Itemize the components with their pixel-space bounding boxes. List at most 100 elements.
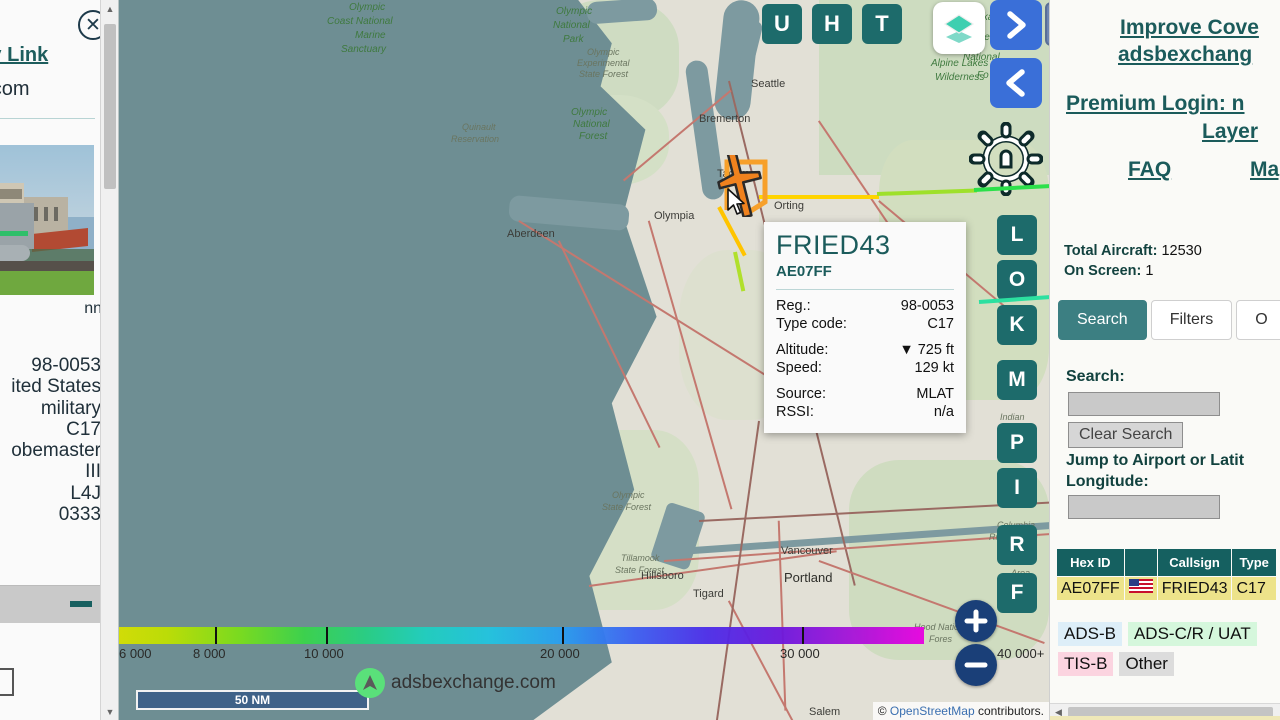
maps-link[interactable]: Map (1250, 158, 1280, 182)
map-button-f[interactable]: F (997, 573, 1037, 613)
table-header-hex-id[interactable]: Hex ID (1056, 548, 1125, 577)
zoom-out-button[interactable] (955, 644, 997, 686)
map-button-u[interactable]: U (762, 4, 802, 44)
map-place-label: Coast National (327, 16, 393, 27)
aircraft-detail-value: C17 (66, 418, 101, 440)
scroll-down-icon[interactable]: ▼ (101, 703, 118, 720)
cell-callsign: FRIED43 (1156, 576, 1233, 601)
search-input[interactable] (1068, 392, 1220, 416)
popup-row-label: Type code: (776, 316, 847, 332)
total-aircraft-value: 12530 (1161, 243, 1202, 259)
map-place-label: Portland (784, 570, 833, 585)
layers-icon (943, 14, 975, 43)
chevron-right-icon (1007, 11, 1026, 39)
on-screen-value: 1 (1145, 263, 1154, 279)
collapse-icon (70, 601, 92, 607)
tab-filters[interactable]: Filters (1150, 300, 1233, 340)
map-place-label: Fo (977, 70, 989, 81)
popup-row: Speed: 129 kt (776, 359, 954, 377)
attribution-suffix: contributors. (974, 704, 1044, 718)
premium-login-link[interactable]: Premium Login: n (1066, 92, 1245, 116)
map-attribution: © OpenStreetMap contributors. (872, 702, 1049, 720)
map-place-label: Salem (809, 706, 841, 718)
map-scale-bar: 50 NM (136, 690, 369, 710)
table-header-type[interactable]: Type (1231, 548, 1277, 577)
popup-divider (776, 289, 954, 290)
sidebar-tabs: Search Filters O (1058, 300, 1280, 340)
openstreetmap-link[interactable]: OpenStreetMap (890, 704, 975, 718)
map-button-m[interactable]: M (997, 360, 1037, 400)
scroll-up-icon[interactable]: ▲ (101, 0, 118, 17)
adsbexchange-link[interactable]: adsbexchang (1118, 43, 1252, 67)
controls-sidebar: Improve Cove adsbexchang Premium Login: … (1049, 0, 1280, 720)
map-place-label: State Forest (579, 69, 629, 79)
on-screen-label: On Screen: (1064, 263, 1142, 279)
popup-row: Altitude: ▼ 725 ft (776, 341, 954, 359)
map-button-i[interactable]: I (997, 468, 1037, 508)
map-place-label: Fores (929, 634, 953, 644)
map-button-p[interactable]: P (997, 423, 1037, 463)
scrollbar-thumb[interactable] (104, 24, 116, 189)
altitude-tick (326, 627, 328, 644)
table-row[interactable]: AE07FF FRIED43 C17 (1056, 576, 1277, 601)
chevron-left-icon (1006, 69, 1025, 97)
photo-credit: nn (84, 300, 102, 317)
clear-search-button[interactable]: Clear Search (1068, 422, 1184, 448)
nav-prev-button[interactable] (990, 58, 1042, 108)
detail-checkbox[interactable] (0, 668, 14, 696)
map-button-o[interactable]: O (997, 260, 1037, 300)
layer-link[interactable]: Layer (1202, 120, 1258, 144)
map-place-label: Tigard (693, 588, 724, 600)
copy-link-button[interactable]: opy Link (0, 44, 86, 67)
search-label: Search: (1066, 368, 1125, 385)
map-button-h[interactable]: H (812, 4, 852, 44)
popup-row: Reg.: 98-0053 (776, 297, 954, 315)
tab-o[interactable]: O (1236, 300, 1280, 340)
layers-button[interactable] (933, 2, 985, 54)
table-header-flag[interactable] (1123, 548, 1158, 577)
map-button-t[interactable]: T (862, 4, 902, 44)
map-place-label: Olympia (654, 210, 695, 222)
divider (0, 118, 95, 119)
improve-coverage-link[interactable]: Improve Cove (1120, 16, 1259, 40)
faq-link[interactable]: FAQ (1128, 158, 1171, 182)
popup-row: RSSI: n/a (776, 403, 954, 421)
map-place-label: Quinault (462, 122, 496, 132)
map-place-label: Seattle (751, 78, 786, 90)
popup-row-label: Altitude: (776, 342, 829, 358)
map-place-label: State Forest (602, 502, 652, 512)
map-button-l[interactable]: L (997, 215, 1037, 255)
tab-search[interactable]: Search (1058, 300, 1147, 340)
aircraft-table: Hex ID Callsign Type AE07FF FRIED43 C17 (1056, 548, 1277, 601)
table-header-callsign[interactable]: Callsign (1156, 548, 1233, 577)
sidebar-scrollbar[interactable]: ▲ ▼ (100, 0, 118, 720)
map-button-k[interactable]: K (997, 305, 1037, 345)
minus-icon (964, 662, 988, 668)
jump-input[interactable] (1068, 495, 1220, 519)
map-place-label: National (573, 119, 610, 130)
cell-hex-id: AE07FF (1056, 576, 1125, 601)
aircraft-detail-value: L4J (70, 482, 101, 504)
altitude-tick-label: 8 000 (193, 646, 226, 661)
detail-section-toggle[interactable] (0, 585, 102, 623)
total-aircraft-label: Total Aircraft: (1064, 243, 1158, 259)
popup-callsign: FRIED43 (776, 230, 891, 260)
map-canvas[interactable]: Olympic Coast National Marine Sanctuary Olym… (119, 0, 1049, 720)
popup-row-value: 129 kt (914, 360, 955, 376)
jump-label-line2: Longitude: (1066, 473, 1149, 490)
map-button-r[interactable]: R (997, 525, 1037, 565)
popup-row-spacer (776, 377, 954, 385)
jump-label-line1: Jump to Airport or Latit (1066, 452, 1245, 469)
map-place-label: Tillamook (621, 553, 660, 563)
nav-next-button[interactable] (990, 0, 1042, 50)
zoom-in-button[interactable] (955, 600, 997, 642)
map-place-label: Reservation (451, 134, 500, 144)
source-legend: ADS-B ADS-C/R / UAT TIS-B Other (1058, 622, 1280, 676)
map-place-label: Olympic (571, 107, 608, 118)
aircraft-photo (0, 145, 94, 295)
altitude-tick-label: 40 000+ (997, 646, 1045, 661)
map-place-label: Vancouver (781, 545, 833, 557)
cell-type: C17 (1231, 576, 1277, 601)
popup-row-value: n/a (933, 404, 954, 420)
map-place-label: Bremerton (699, 113, 751, 125)
